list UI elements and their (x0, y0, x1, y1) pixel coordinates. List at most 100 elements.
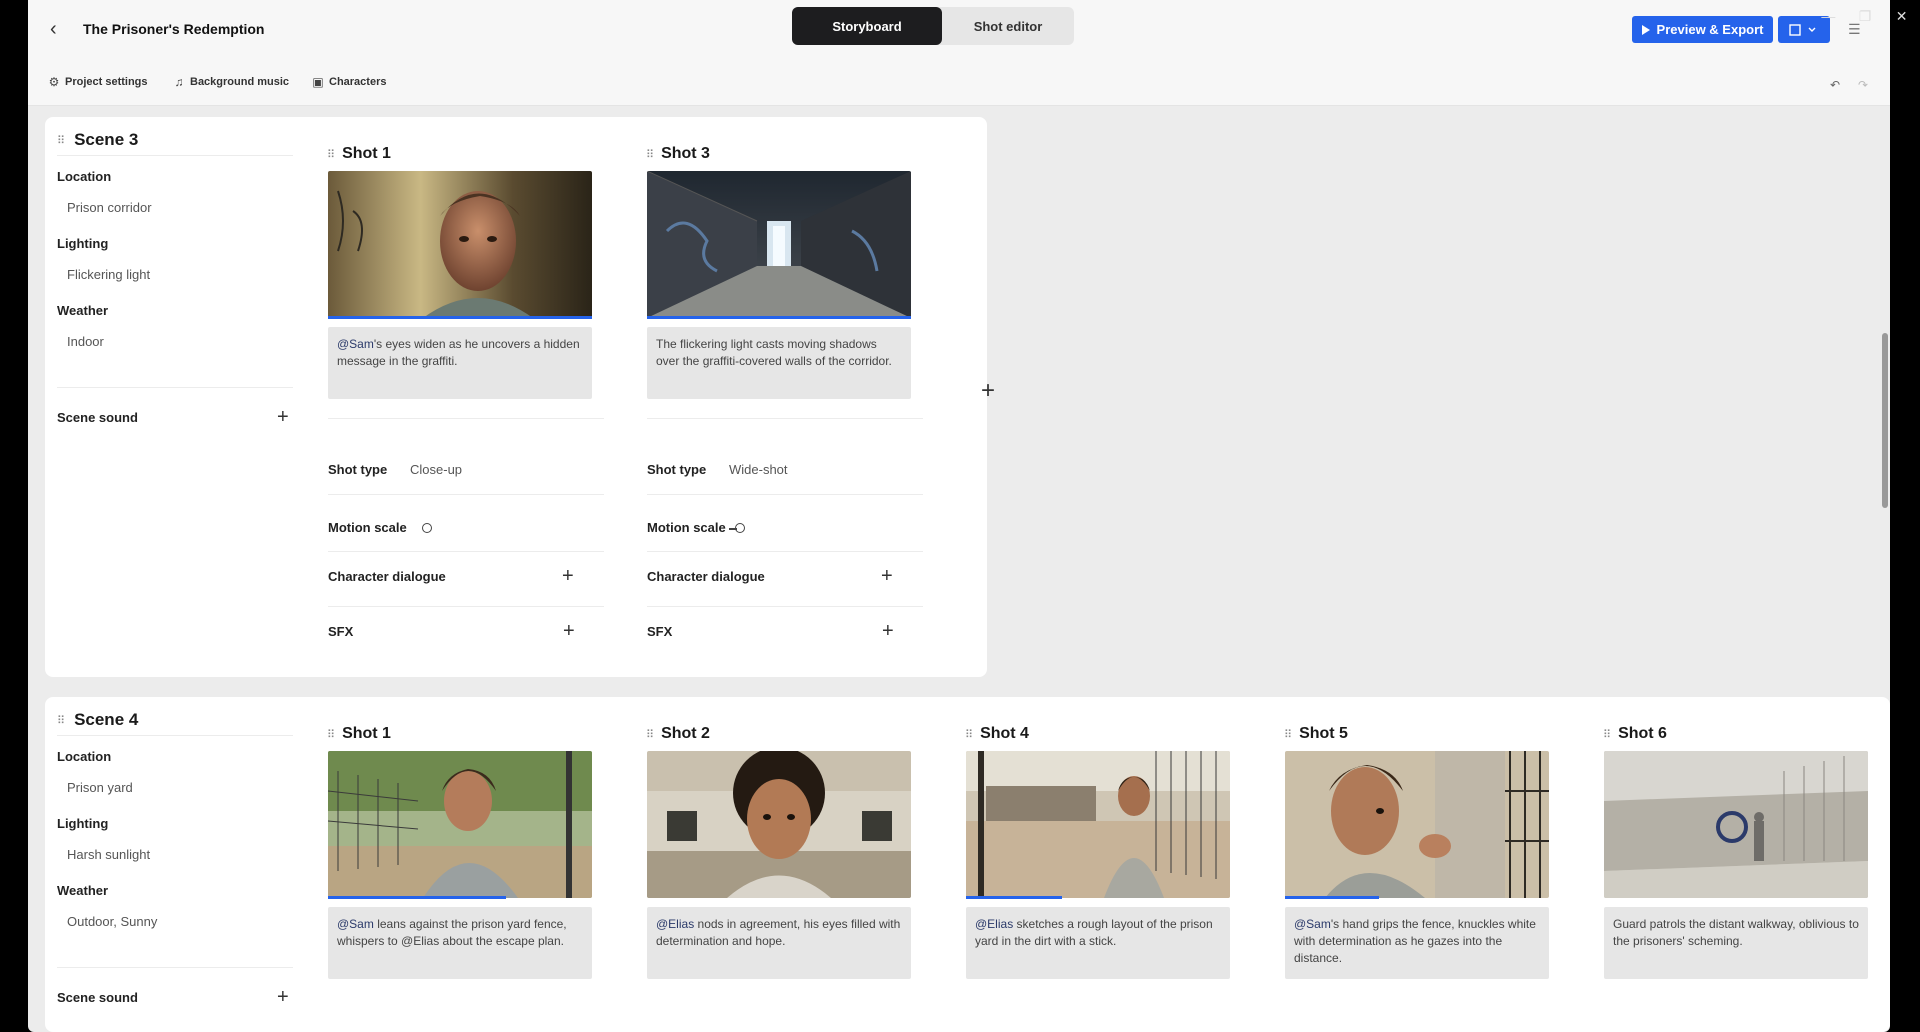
scene-card: ⠿ Scene 4 Location Prison yard Lighting … (45, 697, 1890, 1032)
shot-thumbnail[interactable] (1285, 751, 1549, 898)
shot-title: Shot 1 (342, 145, 391, 162)
back-arrow-icon[interactable]: ‹ (50, 19, 70, 39)
motion-scale-label: Motion scale (328, 520, 407, 535)
shot-description[interactable]: @Sam's hand grips the fence, knuckles wh… (1285, 907, 1549, 979)
drag-handle-icon[interactable]: ⠿ (646, 728, 654, 741)
shot-type-label: Shot type (647, 462, 707, 477)
redo-icon[interactable]: ↷ (1858, 78, 1868, 92)
gear-icon: ⚙ (48, 75, 60, 89)
characters-icon: ▣ (312, 75, 324, 89)
corridor-graffiti-image (647, 171, 911, 318)
motion-scale-slider[interactable] (735, 523, 745, 533)
shot-card[interactable]: ⠿ Shot 6 Guard patrols the distant walkw… (1590, 711, 1872, 1032)
add-scene-sound-icon[interactable]: + (277, 987, 289, 1007)
character-mention[interactable]: @Elias (656, 917, 694, 931)
scene-header: ⠿ Scene 4 (57, 710, 138, 730)
character-mention[interactable]: @Elias (975, 917, 1013, 931)
shot-thumbnail[interactable] (328, 751, 592, 898)
vertical-scrollbar[interactable] (1882, 333, 1888, 508)
shot-type-value[interactable]: Wide-shot (729, 462, 788, 477)
weather-value[interactable]: Outdoor, Sunny (67, 914, 157, 929)
thumbnail-progress (647, 316, 911, 319)
drag-handle-icon[interactable]: ⠿ (646, 148, 654, 161)
project-settings-button[interactable]: ⚙ Project settings (48, 75, 148, 89)
lighting-label: Lighting (57, 816, 109, 831)
shot-thumbnail[interactable] (647, 171, 911, 318)
shot-thumbnail[interactable] (966, 751, 1230, 898)
shot-description[interactable]: @Sam leans against the prison yard fence… (328, 907, 592, 979)
preview-export-label: Preview & Export (1656, 22, 1764, 37)
description-text: 's hand grips the fence, knuckles white … (1294, 917, 1536, 965)
scene-header: ⠿ Scene 3 (57, 130, 138, 150)
add-sfx-icon[interactable]: + (882, 621, 894, 641)
character-dialogue-label: Character dialogue (647, 569, 765, 584)
add-dialogue-icon[interactable]: + (881, 566, 893, 586)
drag-handle-icon[interactable]: ⠿ (1284, 728, 1292, 741)
divider (328, 418, 604, 419)
sfx-label: SFX (647, 624, 673, 639)
weather-value[interactable]: Indoor (67, 334, 104, 349)
shot-description[interactable]: @Sam's eyes widen as he uncovers a hidde… (328, 327, 592, 399)
drag-handle-icon[interactable]: ⠿ (327, 728, 335, 741)
character-dialogue-label: Character dialogue (328, 569, 446, 584)
maximize-icon[interactable]: ❐ (1849, 8, 1881, 25)
weather-label: Weather (57, 303, 109, 318)
character-mention[interactable]: @Sam (337, 917, 374, 931)
shot-description[interactable]: @Elias sketches a rough layout of the pr… (966, 907, 1230, 979)
shot-card[interactable]: ⠿ Shot 2 @Elias nods in agreement, his e… (633, 711, 915, 1032)
thumbnail-progress (328, 316, 592, 319)
add-shot-icon[interactable]: + (981, 377, 995, 405)
scene-sound-label: Scene sound (57, 990, 138, 1005)
motion-scale-slider[interactable] (422, 523, 432, 533)
shot-card[interactable]: ⠿ Shot 1 (314, 131, 604, 659)
divider (57, 155, 293, 156)
shot-card[interactable]: ⠿ Shot 4 @Elias sketches a rough layout … (952, 711, 1234, 1032)
play-icon (1641, 24, 1650, 35)
preview-export-button[interactable]: Preview & Export (1632, 16, 1773, 43)
drag-handle-icon[interactable]: ⠿ (57, 714, 65, 727)
character-mention[interactable]: @Sam (337, 337, 374, 351)
shot-title: Shot 4 (980, 725, 1029, 742)
tab-storyboard[interactable]: Storyboard (792, 7, 942, 45)
background-music-button[interactable]: ♫ Background music (173, 75, 290, 89)
shot-card[interactable]: ⠿ Shot 1 (314, 711, 596, 1032)
drag-handle-icon[interactable]: ⠿ (965, 728, 973, 741)
drag-handle-icon[interactable]: ⠿ (57, 134, 65, 147)
undo-icon[interactable]: ↶ (1830, 78, 1840, 92)
lighting-value[interactable]: Harsh sunlight (67, 847, 150, 862)
shot-type-value[interactable]: Close-up (410, 462, 462, 477)
drag-handle-icon[interactable]: ⠿ (327, 148, 335, 161)
curly-haired-man-image (647, 751, 911, 898)
shot-thumbnail[interactable] (647, 751, 911, 898)
app-window: ‹ The Prisoner's Redemption Storyboard S… (28, 0, 1890, 1032)
shot-card[interactable]: ⠿ Shot 3 The flickering light casts movi… (633, 131, 923, 659)
location-value[interactable]: Prison corridor (67, 200, 152, 215)
shot-description[interactable]: @Elias nods in agreement, his eyes fille… (647, 907, 911, 979)
tab-shot-editor[interactable]: Shot editor (942, 7, 1074, 45)
shot-title: Shot 3 (661, 145, 710, 162)
characters-button[interactable]: ▣ Characters (312, 75, 386, 89)
thumbnail-progress (328, 896, 506, 899)
lighting-label: Lighting (57, 236, 109, 251)
shot-description[interactable]: Guard patrols the distant walkway, obliv… (1604, 907, 1868, 979)
prison-yard-man-image (966, 751, 1230, 898)
character-mention[interactable]: @Sam (1294, 917, 1331, 931)
shot-header: ⠿ Shot 1 (327, 725, 391, 743)
shot-card[interactable]: ⠿ Shot 5 @Sam's hand grips the fence, kn… (1271, 711, 1553, 1032)
lighting-value[interactable]: Flickering light (67, 267, 150, 282)
loading-spinner-icon (1716, 811, 1748, 843)
project-toolbar: ⚙ Project settings ♫ Background music ▣ … (28, 60, 1890, 106)
divider (57, 387, 293, 388)
shot-thumbnail[interactable] (328, 171, 592, 318)
minimize-icon[interactable]: — (1812, 8, 1844, 24)
close-icon[interactable]: ✕ (1886, 8, 1918, 25)
add-sfx-icon[interactable]: + (563, 621, 575, 641)
shot-header: ⠿ Shot 3 (646, 145, 710, 163)
drag-handle-icon[interactable]: ⠿ (1603, 728, 1611, 741)
shot-title: Shot 1 (342, 725, 391, 742)
add-scene-sound-icon[interactable]: + (277, 407, 289, 427)
add-dialogue-icon[interactable]: + (562, 566, 574, 586)
shot-type-label: Shot type (328, 462, 388, 477)
shot-description[interactable]: The flickering light casts moving shadow… (647, 327, 911, 399)
location-value[interactable]: Prison yard (67, 780, 133, 795)
